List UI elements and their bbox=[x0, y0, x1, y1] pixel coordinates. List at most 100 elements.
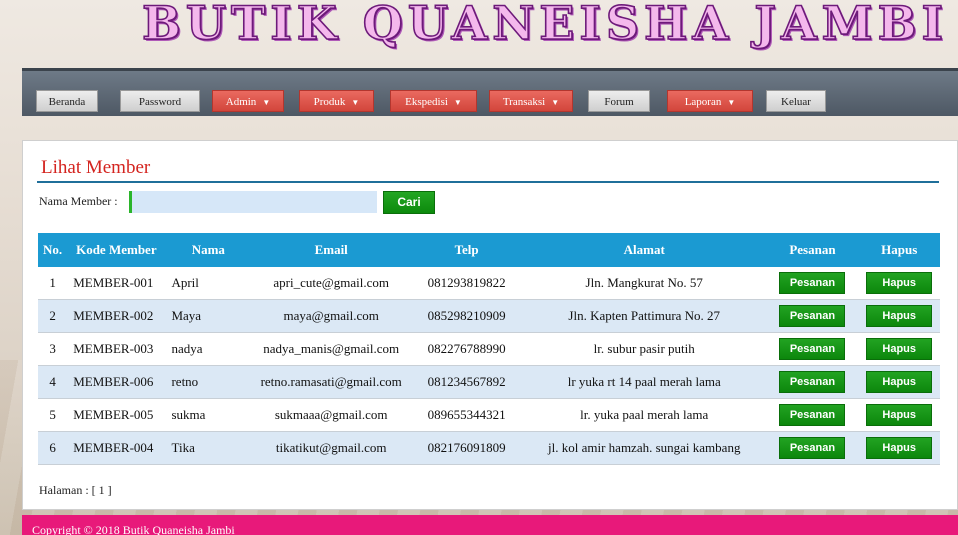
table-row: 5 MEMBER-005 sukma sukmaaa@gmail.com 089… bbox=[38, 398, 940, 432]
nav-password[interactable]: Password bbox=[120, 90, 200, 112]
main-navbar: Beranda Password Admin ▼ Produk ▼ Ekspedis… bbox=[22, 68, 958, 116]
cell-no: 2 bbox=[38, 299, 68, 333]
cell-alamat: lr. yuka paal merah lama bbox=[521, 398, 767, 432]
member-name-input[interactable] bbox=[129, 191, 377, 213]
chevron-down-icon: ▼ bbox=[262, 98, 271, 107]
cell-nama: Maya bbox=[165, 299, 252, 333]
hapus-button[interactable]: Hapus bbox=[866, 272, 933, 294]
pesanan-button[interactable]: Pesanan bbox=[779, 371, 846, 393]
cell-kode: MEMBER-003 bbox=[67, 332, 166, 366]
nav-keluar[interactable]: Keluar bbox=[766, 90, 826, 112]
table-row: 2 MEMBER-002 Maya maya@gmail.com 0852982… bbox=[38, 299, 940, 333]
cell-email: sukmaaa@gmail.com bbox=[251, 398, 412, 432]
nav-laporan[interactable]: Laporan ▼ bbox=[667, 90, 753, 112]
cell-telp: 081293819822 bbox=[411, 267, 522, 300]
cell-telp: 085298210909 bbox=[411, 299, 522, 333]
cell-kode: MEMBER-006 bbox=[67, 365, 166, 399]
cell-nama: sukma bbox=[165, 398, 252, 432]
content-panel: Lihat Member Nama Member : Cari No. Kode… bbox=[22, 140, 958, 510]
hapus-button[interactable]: Hapus bbox=[866, 338, 933, 360]
cell-hapus: Hapus bbox=[858, 431, 940, 465]
cell-hapus: Hapus bbox=[858, 299, 940, 333]
col-header-nama: Nama bbox=[165, 233, 252, 267]
nav-transaksi[interactable]: Transaksi ▼ bbox=[489, 90, 573, 112]
nav-keluar-label: Keluar bbox=[781, 96, 811, 108]
nav-admin[interactable]: Admin ▼ bbox=[212, 90, 284, 112]
hapus-button[interactable]: Hapus bbox=[866, 371, 933, 393]
cell-telp: 082276788990 bbox=[411, 332, 522, 366]
banner-title: BUTIK QUANEISHA JAMBI bbox=[141, 0, 948, 51]
nav-beranda[interactable]: Beranda bbox=[36, 90, 98, 112]
cell-kode: MEMBER-002 bbox=[67, 299, 166, 333]
cell-alamat: Jln. Mangkurat No. 57 bbox=[521, 267, 767, 300]
pesanan-button[interactable]: Pesanan bbox=[779, 305, 846, 327]
cell-pesanan: Pesanan bbox=[766, 299, 859, 333]
cell-email: maya@gmail.com bbox=[251, 299, 412, 333]
cell-pesanan: Pesanan bbox=[766, 431, 859, 465]
cell-kode: MEMBER-005 bbox=[67, 398, 166, 432]
cell-nama: nadya bbox=[165, 332, 252, 366]
cell-no: 4 bbox=[38, 365, 68, 399]
cell-alamat: Jln. Kapten Pattimura No. 27 bbox=[521, 299, 767, 333]
table-row: 4 MEMBER-006 retno retno.ramasati@gmail.… bbox=[38, 365, 940, 399]
site-footer: Copyright © 2018 Butik Quaneisha Jambi bbox=[22, 515, 958, 535]
cell-nama: retno bbox=[165, 365, 252, 399]
cell-kode: MEMBER-001 bbox=[67, 267, 166, 300]
nav-laporan-label: Laporan bbox=[684, 96, 722, 108]
cell-alamat: lr yuka rt 14 paal merah lama bbox=[521, 365, 767, 399]
nav-password-label: Password bbox=[138, 96, 182, 108]
nav-forum-label: Forum bbox=[604, 96, 634, 108]
cell-pesanan: Pesanan bbox=[766, 332, 859, 366]
chevron-down-icon: ▼ bbox=[351, 98, 360, 107]
pesanan-button[interactable]: Pesanan bbox=[779, 338, 846, 360]
chevron-down-icon: ▼ bbox=[551, 98, 560, 107]
site-banner: BUTIK QUANEISHA JAMBI bbox=[0, 0, 958, 66]
nav-ekspedisi-label: Ekspedisi bbox=[405, 96, 448, 108]
pesanan-button[interactable]: Pesanan bbox=[779, 437, 846, 459]
col-header-alamat: Alamat bbox=[521, 233, 767, 267]
cell-pesanan: Pesanan bbox=[766, 398, 859, 432]
cell-nama: April bbox=[165, 267, 252, 300]
col-header-telp: Telp bbox=[411, 233, 522, 267]
table-header-row: No. Kode Member Nama Email Telp Alamat P… bbox=[38, 233, 940, 267]
search-label: Nama Member : bbox=[39, 194, 118, 208]
cell-email: tikatikut@gmail.com bbox=[251, 431, 412, 465]
cell-no: 1 bbox=[38, 267, 68, 300]
page-title: Lihat Member bbox=[41, 157, 151, 178]
nav-admin-label: Admin bbox=[225, 96, 257, 108]
col-header-kode: Kode Member bbox=[67, 233, 166, 267]
nav-forum[interactable]: Forum bbox=[588, 90, 650, 112]
cell-email: retno.ramasati@gmail.com bbox=[251, 365, 412, 399]
search-button[interactable]: Cari bbox=[383, 191, 435, 214]
table-row: 3 MEMBER-003 nadya nadya_manis@gmail.com… bbox=[38, 332, 940, 366]
col-header-pesanan: Pesanan bbox=[766, 233, 859, 267]
cell-alamat: jl. kol amir hamzah. sungai kambang bbox=[521, 431, 767, 465]
pesanan-button[interactable]: Pesanan bbox=[779, 404, 846, 426]
table-row: 6 MEMBER-004 Tika tikatikut@gmail.com 08… bbox=[38, 431, 940, 465]
cell-no: 5 bbox=[38, 398, 68, 432]
pesanan-button[interactable]: Pesanan bbox=[779, 272, 846, 294]
cell-hapus: Hapus bbox=[858, 267, 940, 300]
nav-produk[interactable]: Produk ▼ bbox=[299, 90, 374, 112]
cell-pesanan: Pesanan bbox=[766, 365, 859, 399]
hapus-button[interactable]: Hapus bbox=[866, 437, 933, 459]
chevron-down-icon: ▼ bbox=[727, 98, 736, 107]
cell-hapus: Hapus bbox=[858, 398, 940, 432]
member-table: No. Kode Member Nama Email Telp Alamat P… bbox=[38, 233, 940, 465]
nav-transaksi-label: Transaksi bbox=[502, 96, 546, 108]
cell-telp: 089655344321 bbox=[411, 398, 522, 432]
pagination[interactable]: Halaman : [ 1 ] bbox=[39, 483, 112, 498]
nav-ekspedisi[interactable]: Ekspedisi ▼ bbox=[390, 90, 477, 112]
cell-email: nadya_manis@gmail.com bbox=[251, 332, 412, 366]
table-row: 1 MEMBER-001 April apri_cute@gmail.com 0… bbox=[38, 267, 940, 300]
title-divider bbox=[37, 181, 939, 183]
hapus-button[interactable]: Hapus bbox=[866, 305, 933, 327]
cell-email: apri_cute@gmail.com bbox=[251, 267, 412, 300]
chevron-down-icon: ▼ bbox=[453, 98, 462, 107]
cell-pesanan: Pesanan bbox=[766, 267, 859, 300]
cell-nama: Tika bbox=[165, 431, 252, 465]
cell-hapus: Hapus bbox=[858, 332, 940, 366]
cell-kode: MEMBER-004 bbox=[67, 431, 166, 465]
col-header-no: No. bbox=[38, 233, 68, 267]
hapus-button[interactable]: Hapus bbox=[866, 404, 933, 426]
